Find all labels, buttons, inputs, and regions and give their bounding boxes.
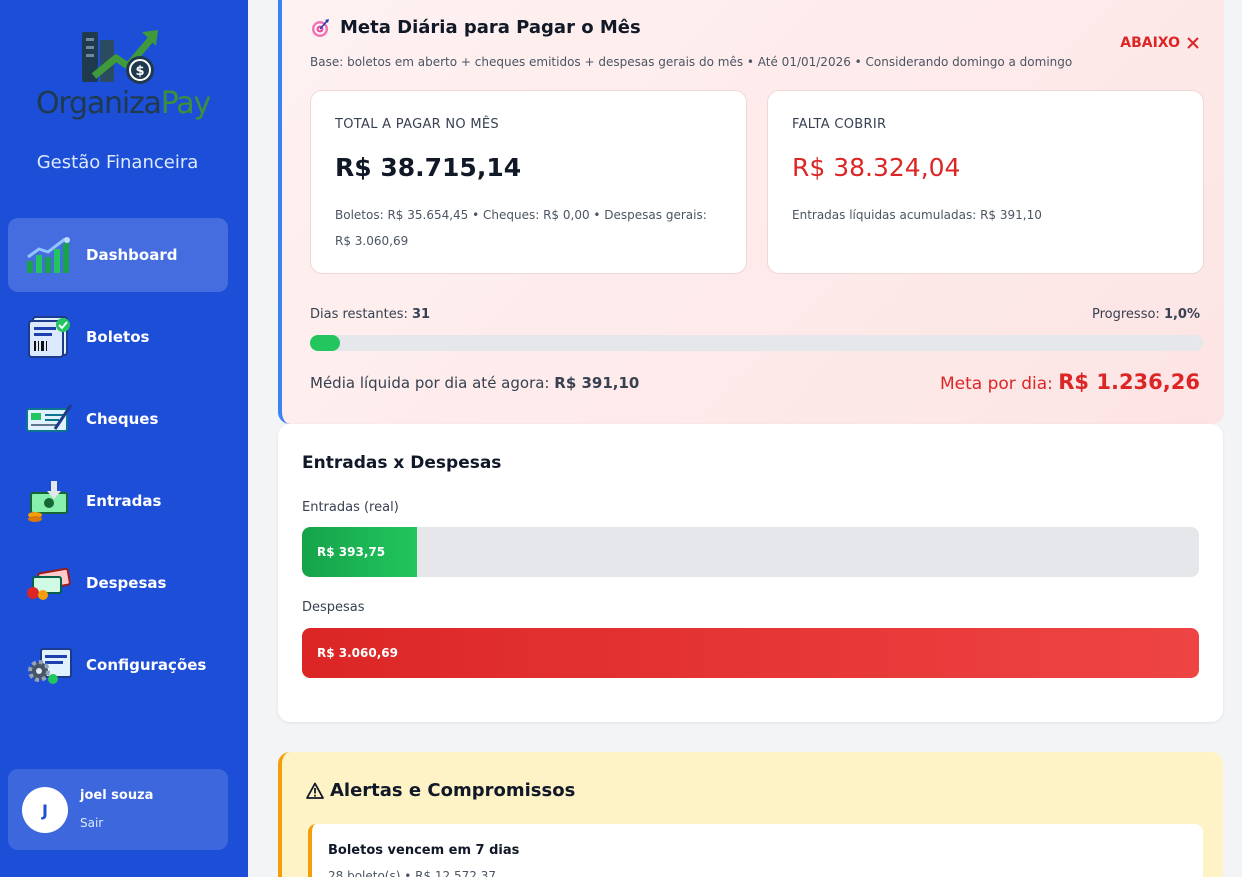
kpi-value: R$ 38.324,04 [792, 153, 961, 182]
section-title: Entradas x Despesas [302, 453, 502, 473]
target-icon [312, 18, 329, 37]
invoice-icon [24, 315, 74, 359]
status-badge: ABAIXO [1120, 35, 1200, 51]
kpi-note: Entradas líquidas acumuladas: R$ 391,10 [792, 208, 1042, 222]
progress-text: Progresso: 1,0% [1091, 307, 1200, 322]
kpi-note: Boletos: R$ 35.654,45 • Cheques: R$ 0,00… [335, 208, 707, 248]
money-in-icon [24, 479, 74, 523]
alert-item[interactable]: Boletos vencem em 7 dias 28 boleto(s) • … [308, 824, 1203, 877]
sidebar-item-label: Despesas [86, 574, 167, 592]
kpi-label: FALTA COBRIR [792, 117, 887, 132]
sidebar-item-label: Boletos [86, 328, 150, 346]
expenses-bar-fill: R$ 3.060,69 [302, 628, 1199, 678]
alert-item-subtitle: 28 boleto(s) • R$ 12.572,37 [328, 869, 496, 877]
section-title: Alertas e Compromissos [306, 780, 575, 801]
sidebar-item-boletos[interactable]: Boletos [8, 300, 228, 374]
warning-icon [306, 782, 324, 799]
sidebar-nav: Dashboard Boletos Cheques Entradas Despe… [8, 218, 228, 710]
sidebar-item-cheques[interactable]: Cheques [8, 382, 228, 456]
brand-subtitle: Gestão Financeira [36, 152, 199, 173]
growth-chart-icon [24, 233, 74, 277]
user-card: J joel souza Sair [8, 769, 228, 850]
daily-target: Meta por dia: R$ 1.236,26 [940, 370, 1200, 394]
logout-link[interactable]: Sair [80, 816, 103, 830]
progress-fill [310, 335, 340, 351]
income-label: Entradas (real) [302, 500, 399, 515]
daily-goal-card: Meta Diária para Pagar o Mês Base: bolet… [278, 0, 1224, 424]
sidebar-item-label: Entradas [86, 492, 162, 510]
sidebar-item-despesas[interactable]: Despesas [8, 546, 228, 620]
sidebar-item-dashboard[interactable]: Dashboard [8, 218, 228, 292]
sidebar-item-configuracoes[interactable]: Configurações [8, 628, 228, 702]
days-remaining: Dias restantes: 31 [310, 307, 431, 322]
expenses-icon [24, 561, 74, 605]
daily-goal-base-note: Base: boletos em aberto + cheques emitid… [310, 55, 1073, 69]
daily-goal-title: Meta Diária para Pagar o Mês [310, 17, 641, 38]
user-name: joel souza [80, 788, 154, 803]
total-to-pay-card: TOTAL A PAGAR NO MÊS R$ 38.715,14 Boleto… [310, 90, 747, 274]
sidebar-item-entradas[interactable]: Entradas [8, 464, 228, 538]
expenses-label: Despesas [302, 600, 365, 615]
kpi-label: TOTAL A PAGAR NO MÊS [335, 117, 499, 132]
expenses-bar: R$ 3.060,69 [302, 628, 1199, 678]
income-bar: R$ 393,75 [302, 527, 1199, 577]
sidebar-item-label: Cheques [86, 410, 159, 428]
sidebar-item-label: Configurações [86, 656, 207, 674]
logo-mark-icon: $ [82, 30, 158, 84]
brand-name: OrganizaPay [36, 86, 211, 121]
brand-logo[interactable]: $ OrganizaPay [36, 26, 211, 126]
gears-icon [24, 643, 74, 687]
close-icon[interactable] [1186, 36, 1200, 50]
alerts-card: Alertas e Compromissos Boletos vencem em… [278, 752, 1223, 877]
income-bar-fill: R$ 393,75 [302, 527, 417, 577]
svg-text:$: $ [135, 64, 144, 79]
sidebar: $ OrganizaPay Gestão Financeira Dashboar… [0, 0, 248, 877]
alert-item-title: Boletos vencem em 7 dias [328, 843, 520, 858]
sidebar-item-label: Dashboard [86, 246, 178, 264]
kpi-value: R$ 38.715,14 [335, 153, 522, 182]
progress-bar [310, 335, 1203, 351]
daily-average: Média líquida por dia até agora: R$ 391,… [310, 374, 640, 392]
avatar[interactable]: J [22, 787, 68, 833]
remaining-card: FALTA COBRIR R$ 38.324,04 Entradas líqui… [767, 90, 1204, 274]
income-vs-expenses-card: Entradas x Despesas Entradas (real) R$ 3… [278, 424, 1223, 722]
check-icon [24, 397, 74, 441]
